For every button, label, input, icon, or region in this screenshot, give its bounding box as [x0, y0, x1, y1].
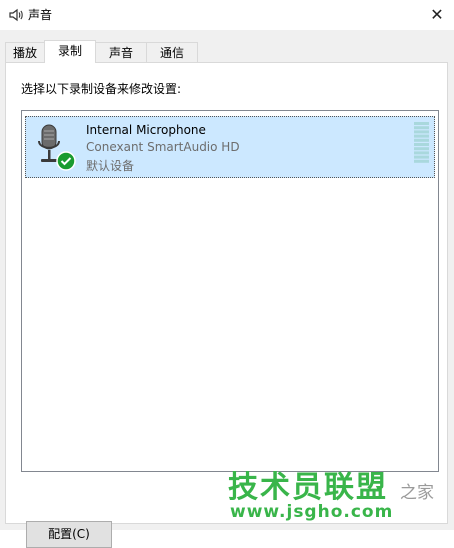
instruction-text: 选择以下录制设备来修改设置: [21, 82, 182, 96]
close-icon: ✕ [430, 4, 444, 24]
tab-communications[interactable]: 通信 [146, 42, 198, 62]
list-item[interactable]: Internal Microphone Conexant SmartAudio … [25, 116, 435, 178]
device-name: Internal Microphone [86, 123, 206, 137]
meter-segment [414, 134, 429, 138]
tab-label: 播放 [12, 46, 37, 60]
device-driver: Conexant SmartAudio HD [86, 140, 240, 154]
tab-label: 通信 [159, 46, 184, 60]
window-title: 声音 [28, 8, 53, 22]
level-meter [414, 122, 429, 163]
watermark-tail: 之家 [400, 483, 434, 503]
meter-segment [414, 151, 429, 155]
meter-segment [414, 126, 429, 130]
configure-button-label: 配置(C) [48, 527, 90, 541]
speaker-icon [9, 8, 23, 22]
watermark: 技术员联盟 www.jsgho.com 之家 [222, 462, 452, 528]
dialog-client: 播放 录制 声音 通信 选择以下录制设备来修改设置: Internal Micr… [0, 30, 454, 548]
close-button[interactable]: ✕ [424, 2, 450, 26]
configure-button[interactable]: 配置(C) [26, 521, 112, 548]
tab-label: 声音 [108, 46, 133, 60]
meter-segment [414, 147, 429, 151]
meter-segment [414, 122, 429, 125]
device-status: 默认设备 [86, 159, 135, 173]
watermark-url: www.jsgho.com [230, 502, 394, 522]
watermark-brand: 技术员联盟 [228, 470, 388, 505]
meter-segment [414, 159, 429, 163]
green-check-icon [56, 151, 76, 171]
microphone-icon [38, 124, 76, 171]
tab-playback[interactable]: 播放 [5, 42, 45, 62]
recording-panel: 选择以下录制设备来修改设置: Internal Microphone Conex… [5, 62, 448, 548]
meter-segment [414, 155, 429, 159]
meter-segment [414, 130, 429, 134]
tab-sounds[interactable]: 声音 [95, 42, 147, 62]
meter-segment [414, 138, 429, 142]
title-bar: 声音 ✕ [0, 0, 454, 30]
meter-segment [414, 143, 429, 146]
tab-recording[interactable]: 录制 [44, 40, 96, 63]
tab-label: 录制 [57, 44, 82, 58]
device-list[interactable]: Internal Microphone Conexant SmartAudio … [21, 110, 439, 472]
